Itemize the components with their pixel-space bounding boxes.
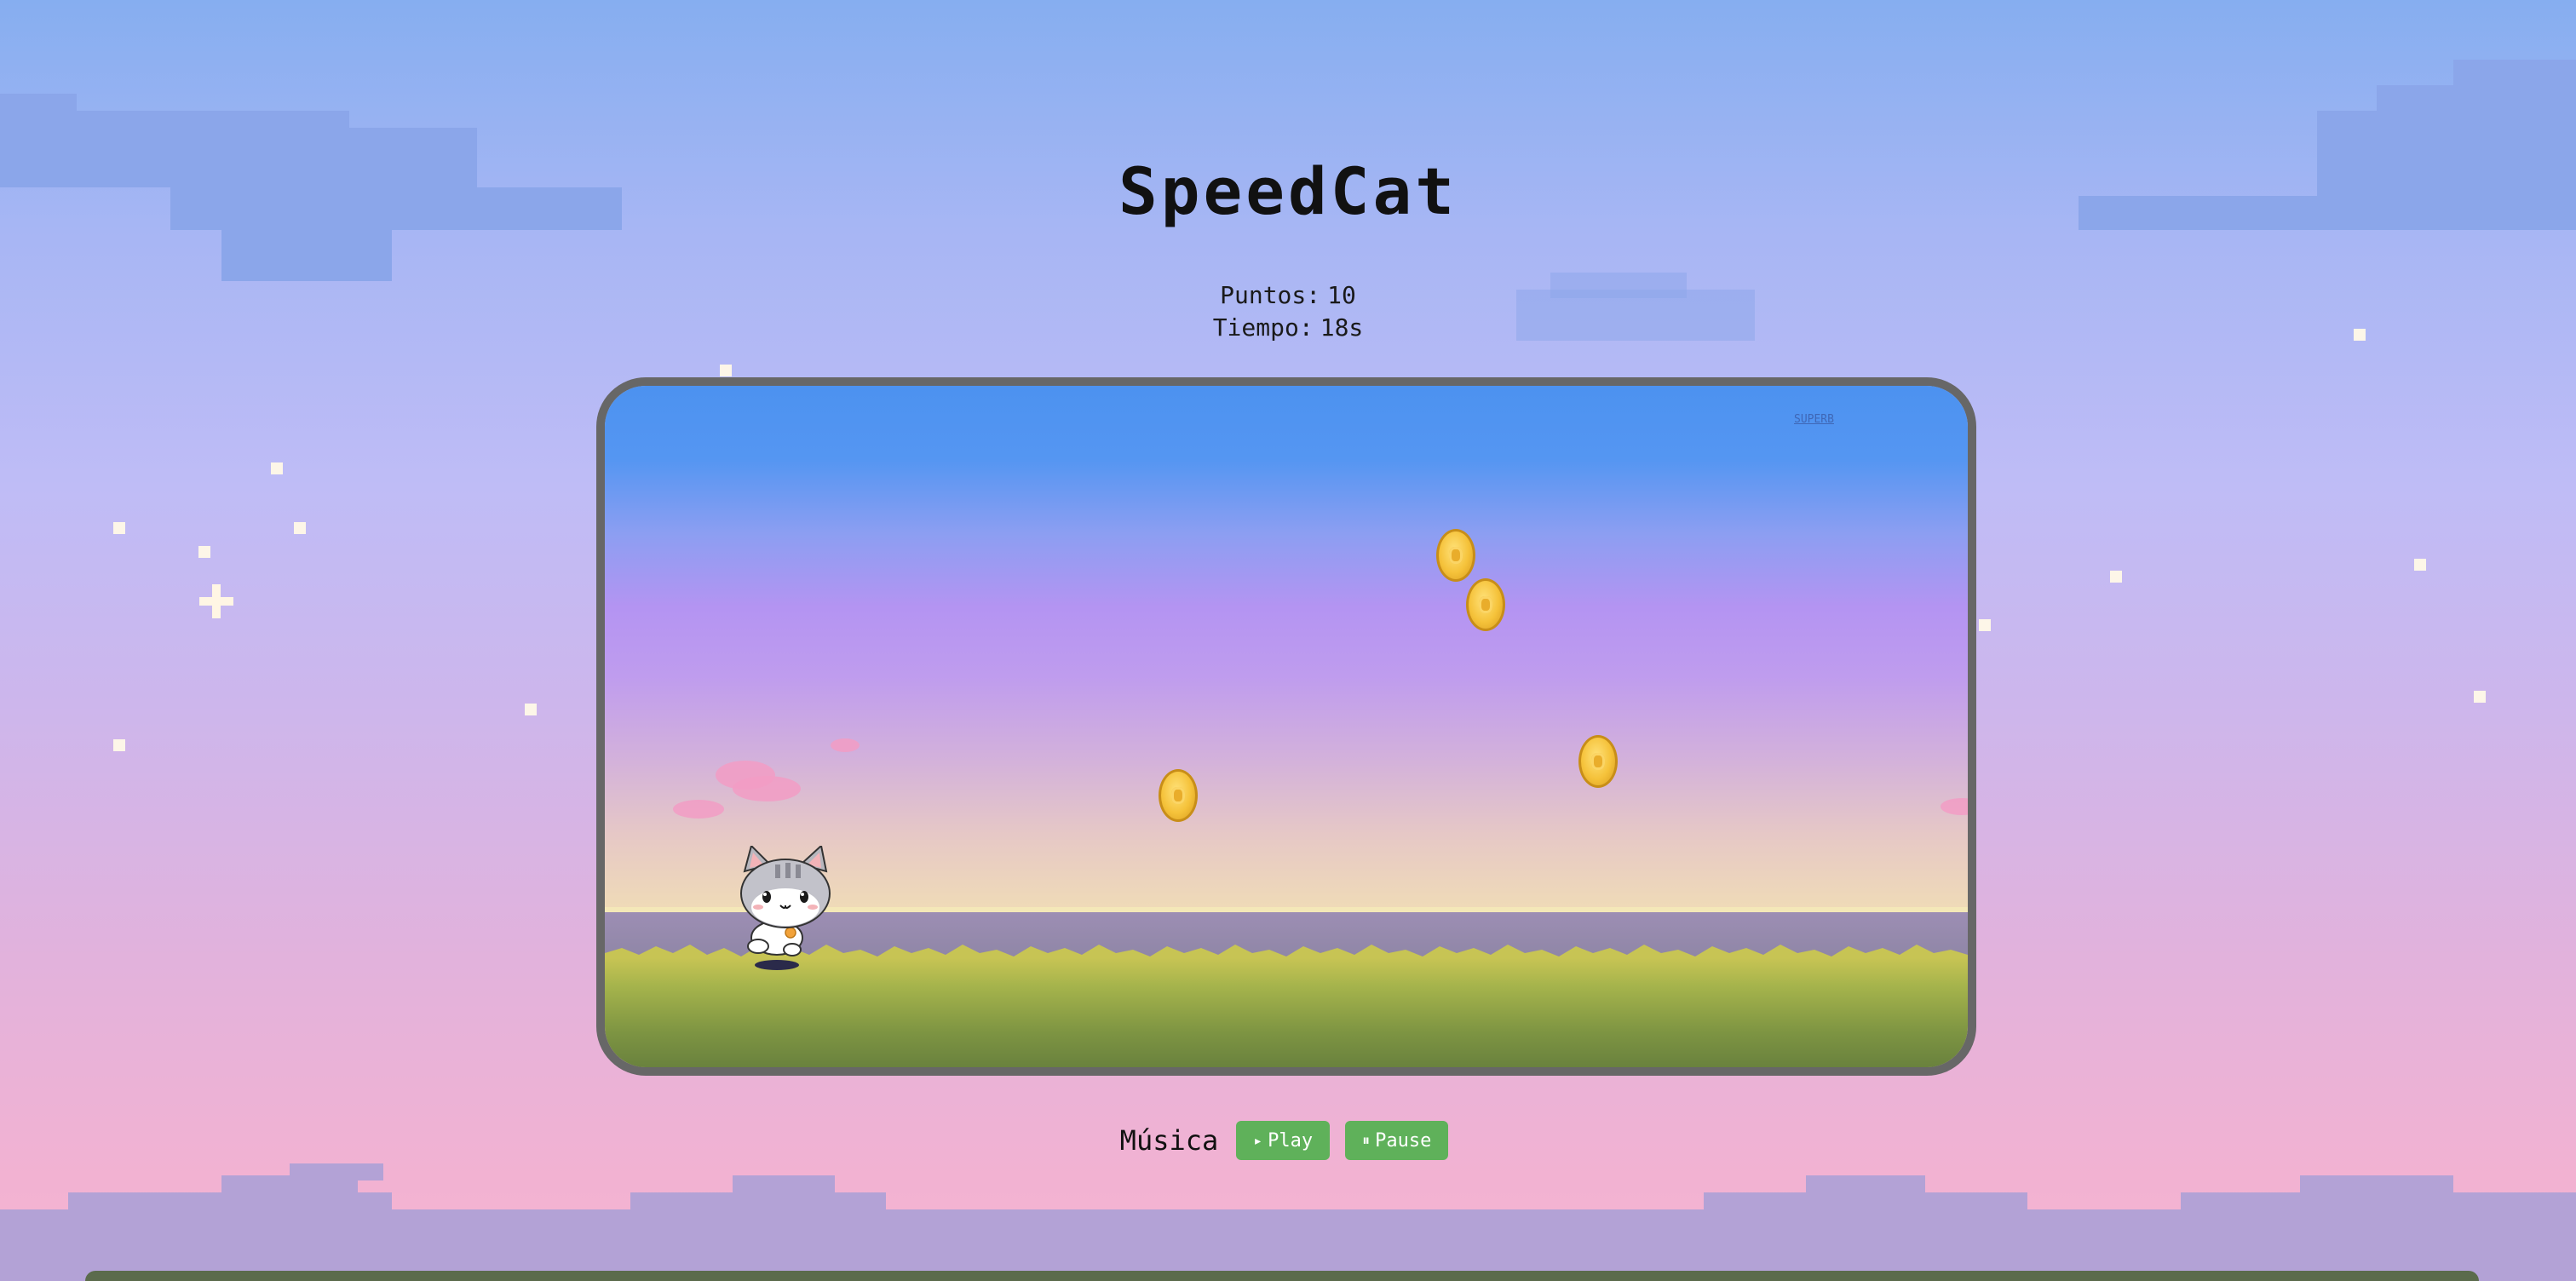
pause-music-button[interactable]: ⏸ Pause [1345,1121,1449,1160]
game-ground [605,958,1968,1067]
score-label: Puntos: [1220,281,1321,309]
pink-cloud [831,738,860,752]
pause-button-label: Pause [1375,1129,1432,1152]
pause-icon: ⏸ [1362,1131,1371,1150]
coin-icon [1466,578,1505,631]
play-icon: ▸ [1253,1131,1263,1150]
cat-player-icon [740,846,831,970]
pink-cloud [673,800,724,819]
time-display: Tiempo: 18s [0,313,2576,342]
play-button-label: Play [1268,1129,1314,1152]
coin-icon [1436,529,1475,582]
score-value: 10 [1327,281,1356,309]
coin-icon [1159,769,1198,822]
music-controls: Música ▸ Play ⏸ Pause [0,1121,2576,1160]
bottom-edge [85,1271,2479,1281]
time-label: Tiempo: [1212,313,1314,342]
music-label: Música [1119,1124,1219,1157]
score-display: Puntos: 10 [0,281,2576,309]
time-value: 18s [1320,313,1364,342]
play-music-button[interactable]: ▸ Play [1236,1121,1331,1160]
pink-cloud [1941,798,1968,815]
pink-cloud [733,776,801,801]
game-title: SpeedCat [1118,153,1458,229]
game-canvas[interactable]: SUPERB [596,377,1976,1076]
canvas-tag: SUPERB [1794,413,1834,426]
coin-icon [1578,735,1618,788]
game-sky [605,386,1968,914]
